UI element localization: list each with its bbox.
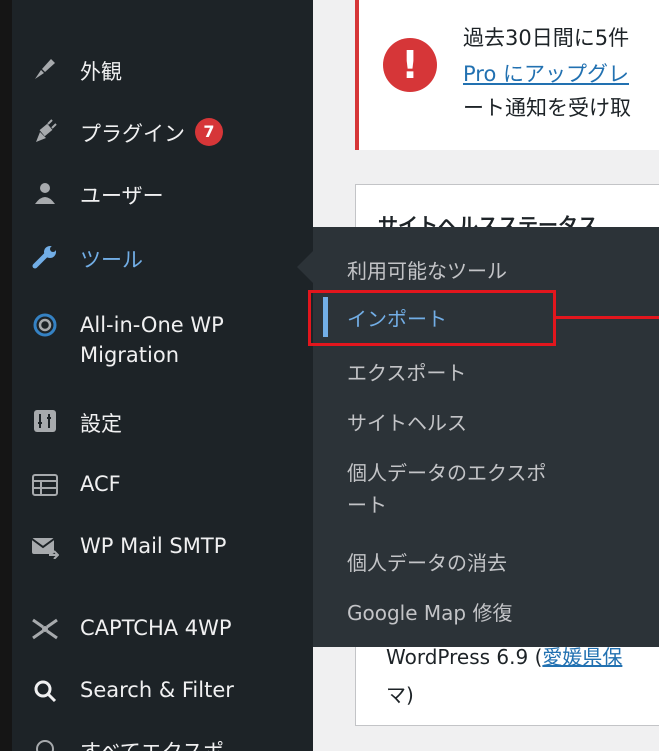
upgrade-pro-link[interactable]: Pro にアップグレ [463,62,629,86]
submenu-item-available-tools[interactable]: 利用可能なツール [347,255,507,284]
sidebar-item-label: プラグイン [80,122,185,146]
sidebar-item-search-filter[interactable]: Search & Filter [30,678,234,704]
submenu-item-export[interactable]: エクスポート [347,357,466,386]
sidebar-item-label: ユーザー [80,184,164,208]
user-icon [30,180,60,206]
sidebar-item-label: 設定 [80,412,122,436]
submenu-item-label-line2: ート [347,493,387,517]
submenu-item-erase-personal-data[interactable]: 個人データの消去 [347,547,507,576]
sidebar-item-label-line2: Migration [80,343,180,367]
plugin-update-badge: 7 [195,118,223,146]
sidebar-item-plugins[interactable]: プラグイン 7 [30,118,223,148]
export-all-icon [30,736,60,751]
sidebar-item-label: Search & Filter [80,678,234,702]
sidebar-item-acf[interactable]: ACF [30,472,121,498]
submenu-item-google-map-repair[interactable]: Google Map 修復 [347,597,512,626]
sidebar-item-export-all[interactable]: すべてエクスポ [30,736,224,751]
sidebar-item-label: すべてエクスポ [80,736,224,751]
search-icon [30,678,60,704]
wrench-icon [30,244,60,270]
sidebar-item-all-in-one-wp-migration[interactable]: All-in-One WP Migration [30,310,224,370]
theme-link[interactable]: 愛媛県保 [542,645,622,669]
footer-text-line2: マ) [386,683,414,707]
submenu-item-site-health[interactable]: サイトヘルス [347,407,467,436]
paintbrush-icon [30,56,60,82]
admin-sidebar: 外観 プラグイン 7 ユーザー ツール All-in-One WP Migrat… [0,0,313,751]
sidebar-item-label: WP Mail SMTP [80,534,227,558]
flyout-arrow [297,251,313,283]
sidebar-item-label: ツール [80,248,143,272]
submenu-item-label-line1: 個人データのエクスポ [347,461,547,485]
settings-icon [30,408,60,434]
plugin-icon [30,118,60,144]
sidebar-item-tools[interactable]: ツール [30,244,143,274]
sidebar-item-settings[interactable]: 設定 [30,408,122,438]
acf-icon [30,472,60,498]
sidebar-item-label: ACF [80,472,121,496]
sidebar-edge [0,0,12,751]
mail-icon [30,534,60,560]
sidebar-item-label-line1: All-in-One WP [80,313,224,337]
sidebar-item-label: CAPTCHA 4WP [80,616,232,640]
migration-icon [30,312,60,338]
sidebar-item-captcha-4wp[interactable]: CAPTCHA 4WP [30,616,232,642]
sidebar-item-appearance[interactable]: 外観 [30,56,122,86]
error-notice: ! 過去30日間に5件 Pro にアップグレ ート通知を受け取 [355,0,659,150]
submenu-item-export-personal-data[interactable]: 個人データのエクスポ ート [347,457,546,521]
sidebar-item-users[interactable]: ユーザー [30,180,164,210]
captcha-icon [30,616,60,642]
wordpress-version-label: WordPress 6.9 ( [386,645,543,669]
notice-text-line1: 過去30日間に5件 [463,26,630,50]
annotation-pointer-line [556,316,659,319]
sidebar-item-label: 外観 [80,60,122,84]
notice-text-line3: ート通知を受け取 [463,96,631,120]
sidebar-item-wp-mail-smtp[interactable]: WP Mail SMTP [30,534,226,560]
annotation-highlight-box [308,290,556,346]
alert-icon: ! [383,38,437,92]
